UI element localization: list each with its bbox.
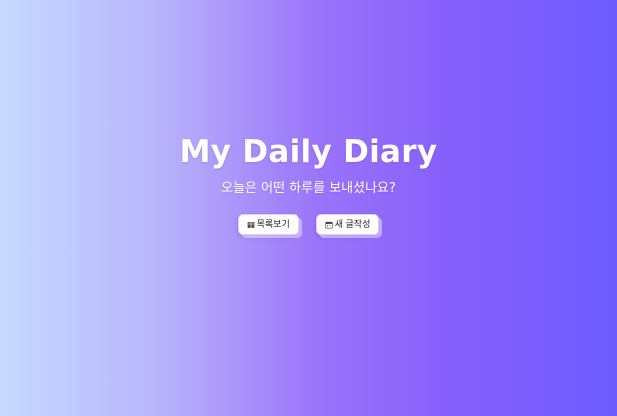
- hero-section: My Daily Diary 오늘은 어떤 하루를 보내셨나요? 목록보기 새 …: [0, 132, 617, 235]
- book-icon: [247, 220, 256, 229]
- page-title: My Daily Diary: [179, 134, 438, 170]
- calendar-icon: [325, 220, 334, 229]
- landing-page: { "hero": { "title": "My Daily Diary", "…: [0, 0, 617, 416]
- new-entry-button[interactable]: 새 글작성: [315, 214, 380, 235]
- list-view-button[interactable]: 목록보기: [237, 214, 299, 235]
- list-view-label: 목록보기: [256, 219, 290, 229]
- new-entry-label: 새 글작성: [334, 219, 371, 229]
- page-subtitle: 오늘은 어떤 하루를 보내셨나요?: [221, 181, 396, 196]
- action-buttons: 목록보기 새 글작성: [0, 214, 617, 235]
